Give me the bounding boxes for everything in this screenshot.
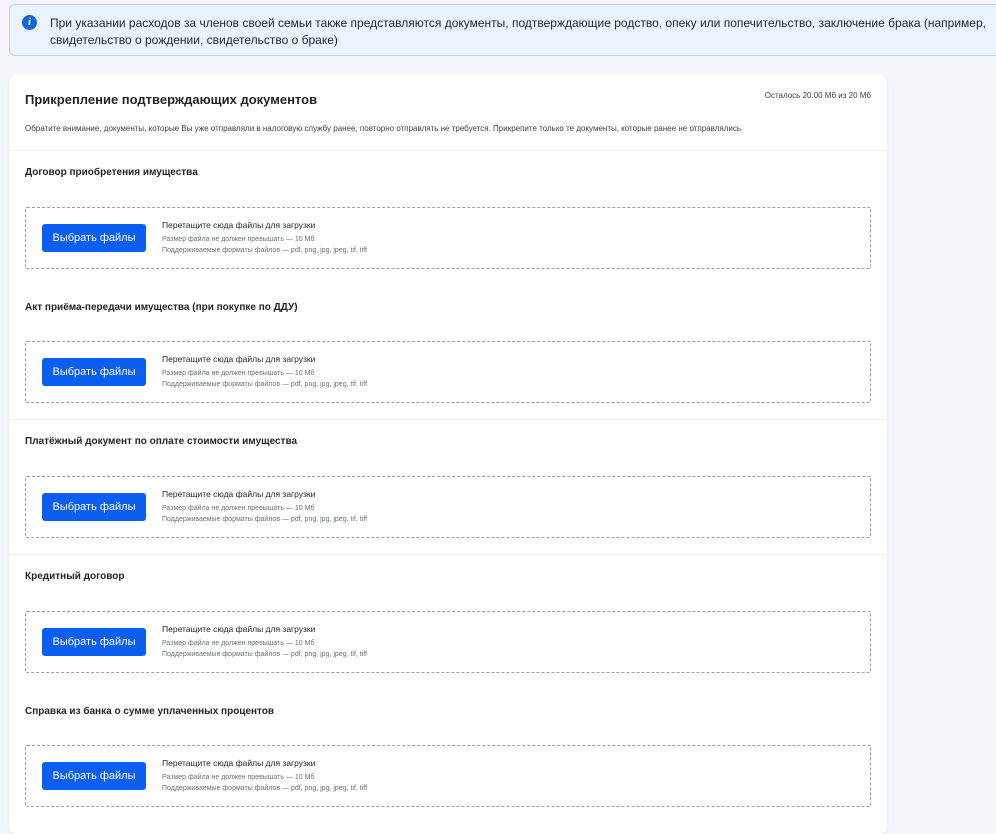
drop-hint: Перетащите сюда файлы для загрузки [162,624,316,634]
section-title-bank-certificate: Справка из банка о сумме уплаченных проц… [25,706,275,717]
formats-text: Поддерживаемые форматы файлов — pdf, png… [162,381,368,388]
section-title-payment-document: Платёжный документ по оплате стоимости и… [25,436,298,447]
size-limit-text: Размер файла не должен превышать — 10 Мб [162,774,315,781]
dropzone-credit-contract[interactable]: Выбрать файлы Перетащите сюда файлы для … [25,611,871,673]
choose-files-button[interactable]: Выбрать файлы [42,493,146,521]
info-icon: i [22,15,37,30]
drop-hint: Перетащите сюда файлы для загрузки [162,489,316,499]
size-limit-text: Размер файла не должен превышать — 10 Мб [162,370,315,377]
choose-files-button[interactable]: Выбрать файлы [42,762,146,790]
size-limit-text: Размер файла не должен превышать — 10 Мб [162,640,315,647]
dropzone-purchase-contract[interactable]: Выбрать файлы Перетащите сюда файлы для … [25,207,871,269]
divider [9,419,887,420]
section-title-credit-contract: Кредитный договор [25,571,125,582]
drop-hint: Перетащите сюда файлы для загрузки [162,220,316,230]
drop-hint: Перетащите сюда файлы для загрузки [162,758,316,768]
choose-files-button[interactable]: Выбрать файлы [42,628,146,656]
divider [9,554,887,555]
divider [9,150,887,151]
size-limit-text: Размер файла не должен превышать — 10 Мб [162,236,315,243]
section-title-transfer-act: Акт приёма-передачи имущества (при покуп… [25,302,298,313]
dropzone-transfer-act[interactable]: Выбрать файлы Перетащите сюда файлы для … [25,341,871,403]
drop-hint: Перетащите сюда файлы для загрузки [162,354,316,364]
size-limit-text: Размер файла не должен превышать — 10 Мб [162,505,315,512]
attachments-card: Прикрепление подтверждающих документов О… [9,74,887,834]
choose-files-button[interactable]: Выбрать файлы [42,358,146,386]
formats-text: Поддерживаемые форматы файлов — pdf, png… [162,516,368,523]
dropzone-bank-certificate[interactable]: Выбрать файлы Перетащите сюда файлы для … [25,745,871,807]
info-banner: i При указании расходов за членов своей … [9,4,996,56]
section-title-purchase-contract: Договор приобретения имущества [25,167,198,178]
formats-text: Поддерживаемые форматы файлов — pdf, png… [162,785,368,792]
info-banner-text: При указании расходов за членов своей се… [50,16,986,47]
choose-files-button[interactable]: Выбрать файлы [42,224,146,252]
dropzone-payment-document[interactable]: Выбрать файлы Перетащите сюда файлы для … [25,476,871,538]
formats-text: Поддерживаемые форматы файлов — pdf, png… [162,247,368,254]
formats-text: Поддерживаемые форматы файлов — pdf, png… [162,651,368,658]
storage-quota: Осталось 20.00 Мб из 20 Мб [764,91,871,100]
attachments-title: Прикрепление подтверждающих документов [25,92,318,107]
attachments-notice: Обратите внимание, документы, которые Вы… [25,124,742,133]
